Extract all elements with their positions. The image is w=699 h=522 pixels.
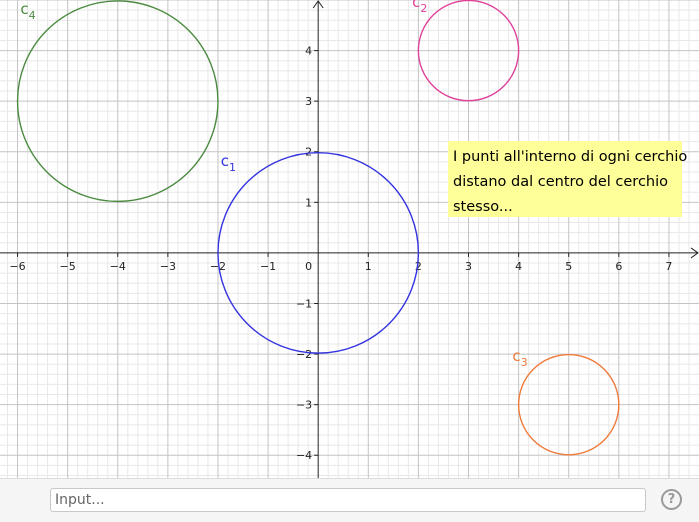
x-tick-label: −5: [60, 260, 76, 273]
label-c4[interactable]: c4: [20, 0, 35, 22]
x-tick-label: 5: [565, 260, 572, 273]
x-tick-label: −6: [9, 260, 25, 273]
label-c1[interactable]: c1: [221, 152, 236, 174]
x-tick-label: 3: [465, 260, 472, 273]
help-button[interactable]: ?: [661, 489, 682, 510]
text-note[interactable]: I punti all'interno di ogni cerchio dist…: [448, 141, 688, 217]
note-line-2: distano dal centro del cerchio: [453, 174, 669, 190]
y-tick-label: −4: [296, 449, 312, 462]
origin-label: 0: [305, 260, 312, 273]
y-tick-label: 1: [305, 196, 312, 209]
y-tick-label: −2: [296, 348, 312, 361]
coordinate-plane[interactable]: −6 −5 −4 −3 −2 −1 1 2 3 4 5 6 7−4−3−2−112340c1c2c3c4: [0, 0, 699, 478]
x-tick-label: 7: [665, 260, 672, 273]
note-line-3: stesso...: [453, 199, 513, 215]
x-tick-label: 1: [365, 260, 372, 273]
x-tick-label: 6: [615, 260, 622, 273]
input-bar: ?: [0, 478, 699, 522]
y-tick-label: −3: [296, 399, 312, 412]
y-tick-label: 4: [305, 45, 312, 58]
y-tick-label: −1: [296, 297, 312, 310]
label-c3[interactable]: c3: [512, 347, 527, 369]
y-tick-label: 3: [305, 95, 312, 108]
graphics-view[interactable]: −6 −5 −4 −3 −2 −1 1 2 3 4 5 6 7 −4 −3 −2 −1 1 2 3 4 0 c1 c2 c3 c4…: [0, 0, 699, 478]
x-tick-label: −1: [260, 260, 276, 273]
algebra-input[interactable]: [50, 488, 646, 512]
x-tick-label: −3: [160, 260, 176, 273]
note-line-1: I punti all'interno di ogni cerchio: [453, 149, 688, 165]
x-tick-label: −4: [110, 260, 126, 273]
x-tick-label: 4: [515, 260, 522, 273]
label-c2[interactable]: c2: [412, 0, 427, 15]
